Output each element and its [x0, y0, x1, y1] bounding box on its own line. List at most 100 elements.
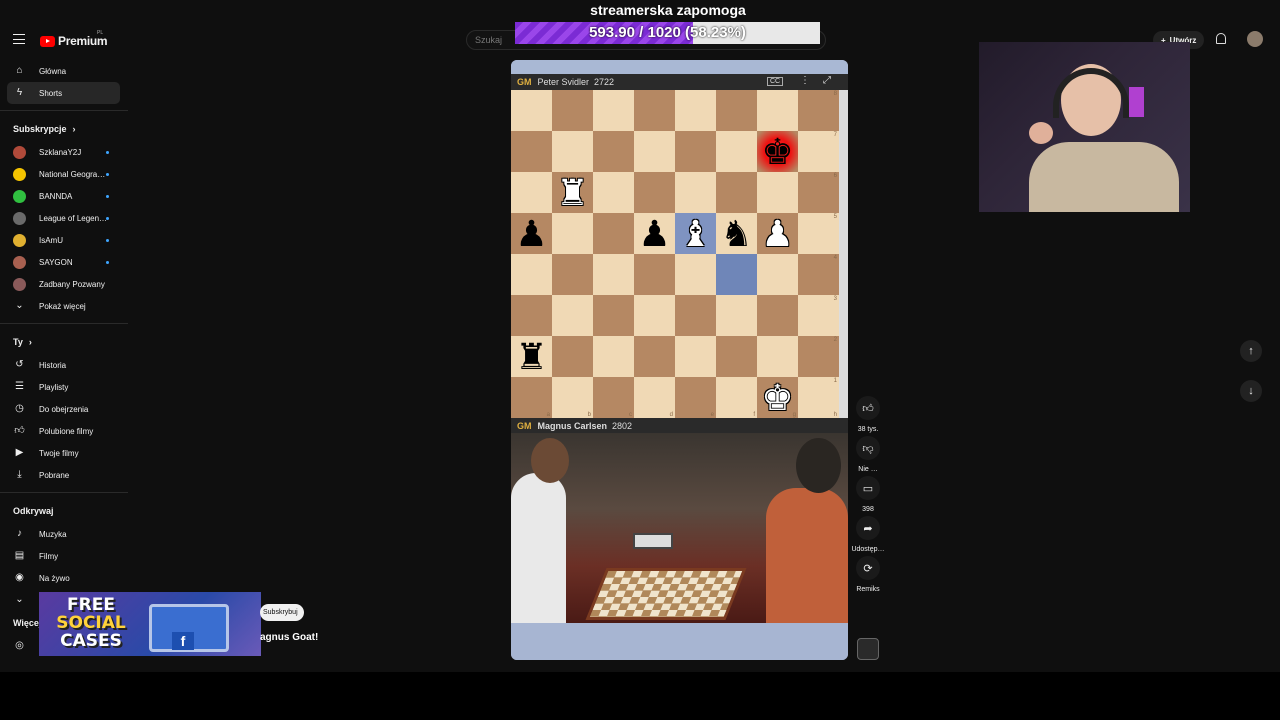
board-square	[716, 336, 757, 377]
ad-banner[interactable]: FREE SOCIAL CASES f	[39, 592, 261, 656]
action-label: Remiks	[856, 586, 880, 593]
board-square	[511, 295, 552, 336]
ad-line-2: SOCIAL	[56, 613, 126, 633]
rank-label: 4	[833, 255, 837, 261]
chevron-right-icon: ›	[72, 124, 76, 134]
board-square	[716, 295, 757, 336]
board-square	[593, 172, 634, 213]
thumbs-down-icon[interactable]: 👎︎	[856, 436, 880, 460]
subscriptions-header[interactable]: Subskrypcje ›	[0, 117, 128, 141]
sidebar-divider	[0, 492, 128, 493]
sidebar-item-polubione-filmy[interactable]: 👍︎ Polubione filmy	[0, 420, 128, 442]
board-square	[593, 336, 634, 377]
action-remix[interactable]: ⟳ Remiks	[848, 556, 888, 596]
sidebar-item-do-obejrzenia[interactable]: ◷ Do obejrzenia	[0, 398, 128, 420]
channel-avatar	[13, 255, 26, 269]
streamer-webcam	[979, 42, 1190, 212]
history-icon: ↺	[15, 359, 24, 370]
action-comment[interactable]: ▭ 398	[848, 476, 888, 516]
remix-icon[interactable]: ⟳	[856, 556, 880, 580]
action-thumbs-down[interactable]: 👎︎ Nie …	[848, 436, 888, 476]
rank-label: 6	[833, 173, 837, 179]
notifications-icon[interactable]	[1216, 33, 1226, 44]
board-scrollbar[interactable]	[839, 90, 848, 418]
sidebar-item-filmy[interactable]: ▤ Filmy	[0, 545, 128, 567]
board-square	[675, 336, 716, 377]
board-square: e	[675, 377, 716, 418]
board-square: ♚	[757, 131, 798, 172]
action-thumbs-up[interactable]: 👍︎ 38 tys.	[848, 396, 888, 436]
subscription-channel[interactable]: SAYGON	[0, 251, 128, 273]
next-short-button[interactable]: ↓	[1240, 380, 1262, 402]
subscription-channel[interactable]: National Geogra…	[0, 163, 128, 185]
ad-line-1: FREE	[67, 595, 115, 615]
show-more-subscriptions[interactable]: ⌄ Pokaż więcej	[0, 295, 128, 317]
sidebar-item-muzyka[interactable]: ♪ Muzyka	[0, 523, 128, 545]
board-square	[716, 254, 757, 295]
webcam-person-hand	[1029, 122, 1053, 144]
sidebar-item-playlisty[interactable]: ☰ Playlisty	[0, 376, 128, 398]
subscription-channel[interactable]: SzklanaY2J	[0, 141, 128, 163]
sidebar-item-twoje-filmy[interactable]: ▶ Twoje filmy	[0, 442, 128, 464]
top-player-rating: 2722	[594, 77, 615, 87]
rank-label: 3	[833, 296, 837, 302]
logo-region: PL	[97, 30, 104, 36]
channel-avatar	[13, 145, 26, 159]
sidebar-item-label: Polubione filmy	[39, 426, 94, 436]
subscription-channel[interactable]: BANNDA	[0, 185, 128, 207]
more-options-icon[interactable]: ⋮	[800, 75, 810, 86]
action-share[interactable]: ➦ Udostęp…	[848, 516, 888, 556]
short-player[interactable]: GM Peter Svidler 2722 CC ⋮ ⤢ 8 ♚ 7 ♜ 6 ♟ ♟ ♝ ♞ ♟ 5…	[511, 60, 848, 660]
subscription-channel[interactable]: League of Legen…	[0, 207, 128, 229]
donation-goal-bar: 593.90 / 1020 (58.23%)	[515, 22, 820, 44]
film-icon: ▤	[14, 550, 25, 561]
new-content-dot	[106, 217, 109, 220]
chevron-down-icon: ⌄	[15, 300, 24, 311]
black-pawn-piece: ♟	[638, 212, 671, 254]
youtube-play-icon	[40, 35, 55, 47]
top-player-bar: GM Peter Svidler 2722 CC ⋮ ⤢	[511, 74, 848, 90]
action-label: 398	[862, 506, 874, 513]
board-square: 1h	[798, 377, 839, 418]
account-avatar[interactable]	[1247, 31, 1263, 47]
like-icon: 👍︎	[14, 425, 25, 436]
ad-headline: FREE SOCIAL CASES	[47, 596, 135, 650]
rank-label: 5	[833, 214, 837, 220]
board-square: ♟	[757, 213, 798, 254]
channel-avatar	[13, 211, 26, 225]
sound-thumbnail[interactable]	[857, 638, 879, 660]
sidebar-item-pobrane[interactable]: ⤓ Pobrane	[0, 464, 128, 486]
board-square	[716, 131, 757, 172]
board-square	[757, 172, 798, 213]
short-top-strip	[511, 60, 848, 74]
you-header[interactable]: Ty ›	[0, 330, 128, 354]
sidebar-item-shorts[interactable]: ϟ Shorts	[7, 82, 120, 104]
black-rook-piece: ♜	[515, 335, 548, 377]
sidebar-item-na-żywo[interactable]: ◉ Na żywo	[0, 567, 128, 589]
captions-icon[interactable]: CC	[767, 77, 784, 86]
board-square: 8	[798, 90, 839, 131]
fullscreen-icon[interactable]: ⤢	[823, 75, 831, 86]
board-square	[511, 172, 552, 213]
thumbs-up-icon[interactable]: 👍︎	[856, 396, 880, 420]
share-icon[interactable]: ➦	[856, 516, 880, 540]
subscription-channel[interactable]: Zadbany Pozwany	[0, 273, 128, 295]
channel-avatar	[13, 189, 26, 203]
comment-icon[interactable]: ▭	[856, 476, 880, 500]
subscribe-button[interactable]: Subskrybuj	[260, 604, 304, 621]
sidebar-item-historia[interactable]: ↺ Historia	[0, 354, 128, 376]
action-label: 38 tys.	[857, 426, 879, 433]
board-square	[552, 213, 593, 254]
board-square	[552, 336, 593, 377]
menu-icon[interactable]	[13, 34, 25, 44]
sidebar-item-główna[interactable]: ⌂ Główna	[0, 60, 128, 82]
black-knight-piece: ♞	[720, 212, 753, 254]
subscription-channel[interactable]: IsAmU	[0, 229, 128, 251]
youtube-logo[interactable]: Premium PL	[40, 30, 108, 48]
board-square	[757, 336, 798, 377]
channel-avatar	[13, 233, 26, 247]
footage-player-left-head	[531, 438, 569, 483]
board-square	[634, 131, 675, 172]
previous-short-button[interactable]: ↑	[1240, 340, 1262, 362]
channel-name: BANNDA	[39, 191, 73, 201]
